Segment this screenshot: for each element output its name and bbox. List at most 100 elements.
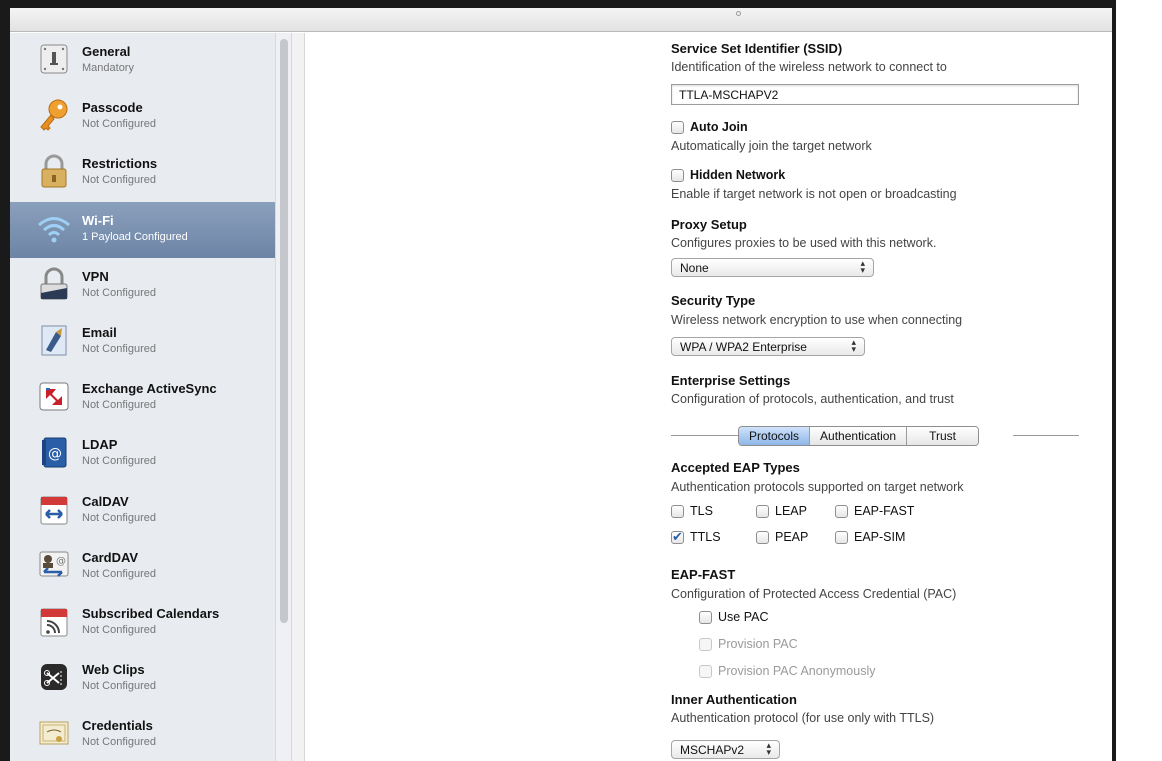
sidebar-item-vpn[interactable]: VPN Not Configured bbox=[10, 258, 275, 314]
split-view-divider[interactable] bbox=[291, 33, 305, 761]
ssid-label: Service Set Identifier (SSID) bbox=[671, 41, 843, 56]
sidebar-item-passcode[interactable]: Passcode Not Configured bbox=[10, 89, 275, 145]
sidebar-item-status: Mandatory bbox=[82, 62, 134, 74]
ssid-field[interactable]: TTLA-MSCHAPV2 bbox=[671, 84, 1079, 105]
inner-authentication-label: Inner Authentication bbox=[671, 692, 797, 707]
hidden-network-checkbox[interactable]: Hidden Network bbox=[671, 168, 785, 182]
eap-types-label: Accepted EAP Types bbox=[671, 460, 800, 475]
sidebar-item-caldav[interactable]: CalDAV Not Configured bbox=[10, 483, 275, 539]
auto-join-label: Auto Join bbox=[690, 120, 748, 134]
eap-fast-checkbox[interactable]: EAP-FAST bbox=[835, 504, 914, 518]
sidebar-item-name: LDAP bbox=[82, 437, 118, 453]
sidebar-item-status: 1 Payload Configured bbox=[82, 230, 188, 243]
hidden-network-checkbox-box[interactable] bbox=[671, 168, 684, 182]
eap-types-description: Authentication protocols supported on ta… bbox=[671, 480, 964, 494]
sidebar-item-name: Email bbox=[82, 324, 117, 340]
sidebar-item-status: Not Configured bbox=[82, 623, 156, 636]
provision-pac-anonymously-label: Provision PAC Anonymously bbox=[718, 664, 876, 678]
sidebar-item-subscribed-calendars[interactable]: Subscribed Calendars Not Configured bbox=[10, 595, 275, 651]
security-type-value: WPA / WPA2 Enterprise bbox=[680, 340, 807, 354]
proxy-setup-label: Proxy Setup bbox=[671, 217, 747, 232]
use-pac-label: Use PAC bbox=[718, 610, 769, 624]
inner-authentication-select[interactable]: MSCHAPv2 ▴ ▾ bbox=[671, 740, 780, 759]
sidebar-item-name: General bbox=[82, 44, 131, 59]
proxy-setup-select[interactable]: None ▴ ▾ bbox=[671, 258, 874, 277]
provision-pac-label: Provision PAC bbox=[718, 637, 798, 651]
sidebar-item-name: CardDAV bbox=[82, 549, 139, 565]
sidebar-item-status: Not Configured bbox=[82, 567, 156, 580]
window-toolbar bbox=[10, 8, 1112, 32]
popup-arrows-icon: ▴ ▾ bbox=[851, 337, 856, 354]
subscribed-calendar-icon bbox=[40, 608, 68, 637]
sidebar-item-name: Exchange ActiveSync bbox=[82, 381, 217, 397]
sidebar-item-status: Not Configured bbox=[82, 399, 156, 412]
web-clip-icon bbox=[41, 664, 67, 691]
general-icon bbox=[40, 44, 68, 74]
sidebar-scroll-thumb[interactable] bbox=[280, 39, 288, 623]
wifi-settings-pane: Service Set Identifier (SSID) Identifica… bbox=[305, 33, 1112, 761]
payload-sidebar: General Mandatory Passcode Not Configure… bbox=[10, 33, 291, 761]
exchange-icon bbox=[39, 382, 69, 411]
checkbox-box-disabled bbox=[699, 664, 712, 678]
key-icon bbox=[40, 99, 68, 131]
tab-authentication[interactable]: Authentication bbox=[810, 427, 908, 445]
segment-rule-left bbox=[671, 435, 738, 436]
sidebar-item-status: Not Configured bbox=[82, 286, 156, 299]
outer-background bbox=[1116, 0, 1162, 761]
use-pac-checkbox[interactable]: Use PAC bbox=[699, 610, 768, 624]
sidebar-item-web-clips[interactable]: Web Clips Not Configured bbox=[10, 651, 275, 707]
checkbox-box[interactable] bbox=[835, 530, 848, 544]
tab-trust[interactable]: Trust bbox=[907, 427, 978, 445]
svg-text:@: @ bbox=[48, 446, 62, 462]
popup-arrows-icon: ▴ ▾ bbox=[766, 740, 771, 757]
sidebar-item-status: Not Configured bbox=[82, 511, 156, 524]
sidebar-item-restrictions[interactable]: Restrictions Not Configured bbox=[10, 145, 275, 201]
checkbox-box[interactable] bbox=[756, 504, 769, 518]
sidebar-item-wifi[interactable]: Wi-Fi 1 Payload Configured bbox=[10, 201, 275, 258]
auto-join-checkbox-box[interactable] bbox=[671, 120, 684, 134]
eap-option-label: EAP-FAST bbox=[854, 504, 915, 518]
security-type-description: Wireless network encryption to use when … bbox=[671, 313, 963, 327]
eap-ttls-checkbox[interactable]: TTLS bbox=[671, 529, 721, 545]
sidebar-item-carddav[interactable]: @ CardDAV Not Configured bbox=[10, 539, 275, 595]
sidebar-item-name: Credentials bbox=[82, 718, 153, 734]
sidebar-scrollbar[interactable] bbox=[275, 33, 291, 761]
sidebar-item-name: Passcode bbox=[82, 100, 143, 116]
popup-arrows-icon: ▴ ▾ bbox=[860, 258, 865, 275]
auto-join-description: Automatically join the target network bbox=[671, 139, 872, 153]
auto-join-checkbox[interactable]: Auto Join bbox=[671, 120, 748, 134]
window-frame-top bbox=[0, 0, 1116, 8]
sidebar-item-name: CalDAV bbox=[82, 493, 129, 509]
segment-rule-right bbox=[1013, 435, 1079, 436]
email-icon bbox=[41, 325, 67, 356]
eap-fast-description: Configuration of Protected Access Creden… bbox=[671, 587, 957, 601]
eap-tls-checkbox[interactable]: TLS bbox=[671, 504, 713, 518]
sidebar-item-status: Not Configured bbox=[82, 680, 156, 693]
sidebar-item-credentials[interactable]: Credentials Not Configured bbox=[10, 707, 275, 761]
provision-pac-checkbox: Provision PAC bbox=[699, 637, 798, 651]
sidebar-item-ldap[interactable]: @ LDAP Not Configured bbox=[10, 426, 275, 482]
sidebar-item-general[interactable]: General Mandatory bbox=[10, 33, 275, 89]
sidebar-item-status: Not Configured bbox=[82, 736, 156, 749]
payload-list: General Mandatory Passcode Not Configure… bbox=[10, 33, 275, 761]
checkbox-box[interactable] bbox=[699, 610, 712, 624]
wifi-icon bbox=[38, 216, 70, 243]
sidebar-item-exchange[interactable]: Exchange ActiveSync Not Configured bbox=[10, 370, 275, 426]
checkbox-box[interactable] bbox=[671, 504, 684, 518]
security-type-label: Security Type bbox=[671, 293, 756, 308]
checkbox-box[interactable] bbox=[835, 504, 848, 518]
proxy-setup-value: None bbox=[680, 261, 709, 275]
ldap-icon: @ bbox=[42, 437, 67, 468]
tab-protocols[interactable]: Protocols bbox=[739, 427, 811, 445]
eap-option-label: TLS bbox=[690, 504, 713, 518]
provision-pac-anonymously-checkbox: Provision PAC Anonymously bbox=[699, 664, 875, 678]
security-type-select[interactable]: WPA / WPA2 Enterprise ▴ ▾ bbox=[671, 337, 865, 356]
sidebar-item-email[interactable]: Email Not Configured bbox=[10, 314, 275, 370]
checkbox-box[interactable] bbox=[756, 530, 769, 544]
eap-leap-checkbox[interactable]: LEAP bbox=[756, 504, 807, 518]
checkbox-box-checked[interactable] bbox=[671, 529, 684, 545]
inner-authentication-value: MSCHAPv2 bbox=[680, 743, 745, 757]
eap-sim-checkbox[interactable]: EAP-SIM bbox=[835, 530, 905, 544]
sidebar-item-status: Not Configured bbox=[82, 118, 156, 131]
eap-peap-checkbox[interactable]: PEAP bbox=[756, 530, 808, 544]
